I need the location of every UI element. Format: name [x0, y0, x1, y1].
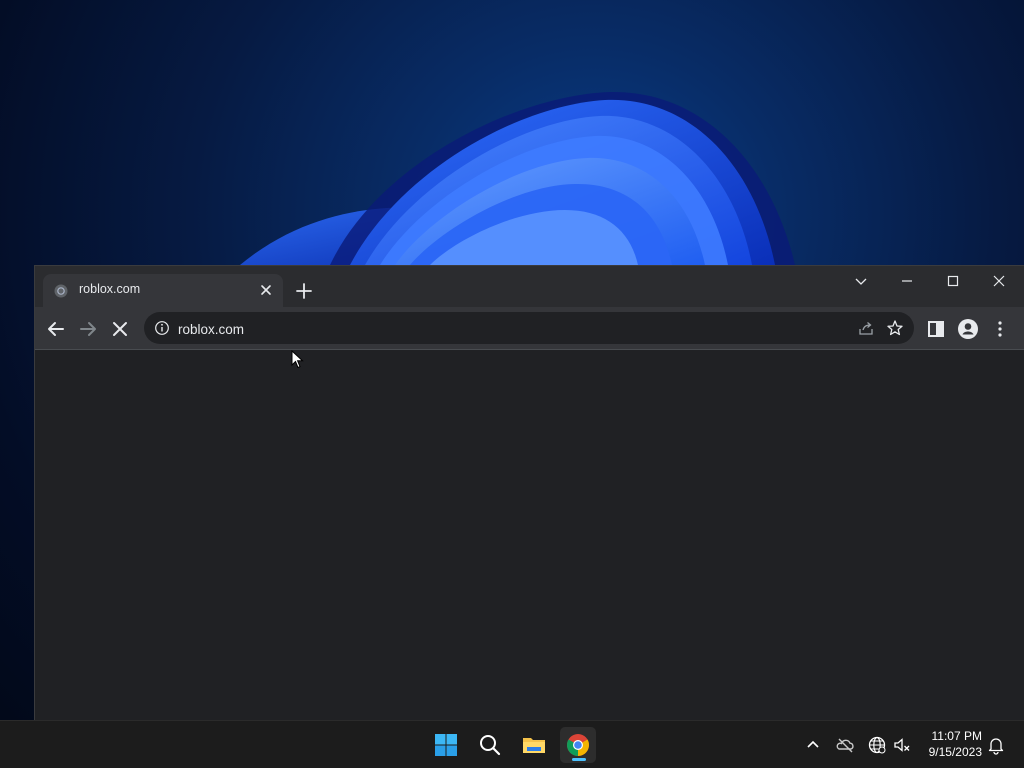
onedrive-icon[interactable]: [835, 735, 855, 755]
active-app-indicator: [572, 758, 586, 761]
search-button[interactable]: [472, 727, 508, 763]
mouse-cursor-icon: [291, 350, 304, 369]
chrome-icon: [567, 734, 589, 756]
close-window-button[interactable]: [976, 266, 1022, 296]
taskbar: 11:07 PM 9/15/2023: [0, 720, 1024, 768]
chevron-up-icon[interactable]: [803, 735, 823, 755]
side-panel-icon[interactable]: [924, 317, 948, 341]
chrome-taskbar-button[interactable]: [560, 727, 596, 763]
new-tab-plus-icon[interactable]: [293, 280, 315, 302]
stop-loading-icon[interactable]: [108, 317, 132, 341]
tab-title: roblox.com: [79, 282, 141, 296]
close-icon: [993, 275, 1005, 287]
file-explorer-icon: [523, 738, 545, 753]
tab-roblox[interactable]: roblox.com: [43, 274, 283, 307]
profile-icon[interactable]: [956, 317, 980, 341]
minimize-button[interactable]: [884, 266, 930, 296]
browser-toolbar: [35, 307, 1024, 350]
start-button[interactable]: [428, 727, 464, 763]
system-clock[interactable]: 11:07 PM 9/15/2023: [929, 728, 982, 760]
tab-strip: roblox.com: [35, 266, 1024, 307]
tab-search-button[interactable]: [838, 266, 884, 296]
back-arrow-icon[interactable]: [44, 317, 68, 341]
tab-search-chevron-icon: [855, 278, 867, 285]
page-content: [35, 350, 1024, 720]
file-explorer-button[interactable]: [516, 727, 552, 763]
speaker-muted-icon[interactable]: [892, 735, 912, 755]
share-icon[interactable]: [858, 320, 874, 336]
clock-time: 11:07 PM: [931, 729, 982, 743]
search-icon: [480, 735, 501, 756]
browser-window: roblox.com: [34, 265, 1024, 720]
star-icon[interactable]: [886, 319, 904, 337]
address-bar[interactable]: [144, 312, 914, 344]
forward-arrow-icon[interactable]: [76, 317, 100, 341]
notification-bell-icon[interactable]: [986, 735, 1006, 755]
globe-icon: [54, 284, 68, 298]
minimize-icon: [902, 280, 912, 282]
tab-close-icon[interactable]: [257, 281, 275, 299]
windows-start-icon: [435, 734, 457, 756]
maximize-icon: [947, 275, 959, 287]
info-icon[interactable]: [154, 320, 170, 336]
network-globe-icon[interactable]: [867, 735, 887, 755]
maximize-button[interactable]: [930, 266, 976, 296]
clock-date: 9/15/2023: [928, 745, 982, 759]
url-input[interactable]: [176, 317, 820, 341]
kebab-menu-icon[interactable]: [988, 317, 1012, 341]
